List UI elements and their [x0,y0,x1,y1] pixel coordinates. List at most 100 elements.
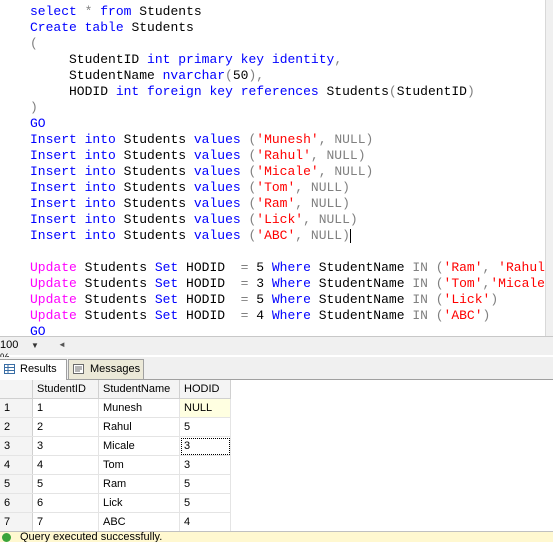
row-number[interactable]: 5 [0,474,33,494]
query-editor[interactable]: select * from Students Create table Stude… [0,0,545,336]
code-line[interactable]: ( [30,36,38,52]
code-line[interactable]: GO [30,116,46,132]
code-line[interactable]: Update Students Set HODID = 5 Where Stud… [30,260,545,276]
code-token: StudentName [310,308,413,323]
code-line[interactable]: Insert into Students values ('Lick', NUL… [30,212,358,228]
code-token: ) [482,308,491,323]
code-token: Update [30,260,77,275]
cell-studentname[interactable]: Munesh [98,398,180,418]
code-line[interactable]: StudentName nvarchar(50), [30,68,264,84]
code-token: ) [365,132,374,147]
code-token: StudentName [310,260,413,275]
code-token: Insert [30,132,77,147]
code-token: HODID [178,276,241,291]
table-row[interactable]: 5 5 Ram 5 [0,474,231,494]
table-row[interactable]: 3 3 Micale 3 [0,436,231,456]
column-header-studentname[interactable]: StudentName [98,380,180,399]
code-line[interactable]: Insert into Students values ('Ram', NULL… [30,196,350,212]
cell-hodid[interactable]: 5 [179,474,231,494]
cell-hodid[interactable]: 3 [179,436,231,456]
code-token: ) [490,292,499,307]
code-line[interactable]: Create table Students [30,20,194,36]
cell-studentid[interactable]: 2 [32,417,99,437]
row-number[interactable]: 2 [0,417,33,437]
code-token: into [84,164,116,179]
code-line[interactable]: Insert into Students values ('Rahul', NU… [30,148,366,164]
code-line[interactable]: Update Students Set HODID = 3 Where Stud… [30,276,545,292]
results-tabs: Results Messages [0,357,553,380]
code-token: 'Micale' [490,276,545,291]
code-token: ) [466,84,475,99]
code-token: values [193,164,241,179]
code-line[interactable]: Update Students Set HODID = 4 Where Stud… [30,308,490,324]
table-row[interactable]: 2 2 Rahul 5 [0,417,231,437]
row-number[interactable]: 1 [0,398,33,418]
code-token: 'Micale' [256,164,319,179]
code-token: , [482,260,499,275]
code-line[interactable]: ) [30,100,38,116]
cell-studentid[interactable]: 6 [32,493,99,513]
table-row[interactable]: 6 6 Lick 5 [0,493,231,513]
code-line[interactable]: Insert into Students values ('Micale', N… [30,164,373,180]
row-number[interactable]: 4 [0,455,33,475]
tab-messages[interactable]: Messages [68,359,144,379]
cell-studentname[interactable]: ABC [98,512,180,532]
code-token: NULL [318,212,350,227]
table-row[interactable]: 1 1 Munesh NULL [0,398,231,418]
column-header-hodid[interactable]: HODID [179,380,231,399]
code-token: Create [30,20,77,35]
cell-studentname[interactable]: Lick [98,493,180,513]
code-token: ( [240,196,257,211]
cell-studentname[interactable]: Rahul [98,417,180,437]
code-token: 5 [248,260,272,275]
cell-studentname[interactable]: Micale [98,436,180,456]
code-token: Set [154,260,179,275]
code-line[interactable]: Update Students Set HODID = 5 Where Stud… [30,292,498,308]
code-token: 'ABC' [256,228,296,243]
code-token: ( [427,260,444,275]
code-token: , [334,52,343,67]
row-number-header[interactable] [0,380,33,399]
code-token: ( [427,292,444,307]
table-row[interactable]: 7 7 ABC 4 [0,512,231,532]
cell-studentid[interactable]: 4 [32,455,99,475]
cell-studentid[interactable]: 7 [32,512,99,532]
code-line[interactable]: Insert into Students values ('Munesh', N… [30,132,373,148]
cell-studentid[interactable]: 1 [32,398,99,418]
scroll-left-icon[interactable]: ◄ [58,340,66,349]
row-number[interactable]: 6 [0,493,33,513]
column-header-studentid[interactable]: StudentID [32,380,99,399]
cell-studentid[interactable]: 5 [32,474,99,494]
code-line[interactable]: Insert into Students values ('Tom', NULL… [30,180,350,196]
row-number[interactable]: 3 [0,436,33,456]
grid-icon [4,364,15,374]
table-row[interactable]: 4 4 Tom 3 [0,455,231,475]
cell-hodid[interactable]: 4 [179,512,231,532]
code-line[interactable]: HODID int foreign key references Student… [30,84,475,100]
code-token: GO [30,324,46,336]
tab-results[interactable]: Results [0,359,67,380]
code-line[interactable]: Insert into Students values ('ABC', NULL… [30,228,351,244]
cell-studentname[interactable]: Tom [98,455,180,475]
cell-hodid[interactable]: 5 [179,493,231,513]
row-number[interactable]: 7 [0,512,33,532]
zoom-dropdown-icon[interactable]: ▼ [31,341,39,350]
cell-studentid[interactable]: 3 [32,436,99,456]
cell-hodid[interactable]: 3 [179,455,231,475]
code-token: Insert [30,196,77,211]
cell-hodid[interactable]: NULL [179,398,231,418]
code-token: StudentID [396,84,467,99]
code-token: values [193,180,241,195]
code-token: 'Tom' [256,180,296,195]
zoom-level[interactable]: 100 % [0,339,30,364]
cell-hodid[interactable]: 5 [179,417,231,437]
code-line[interactable]: StudentID int primary key identity, [30,52,342,68]
code-token: Students [115,196,194,211]
code-line[interactable]: select * from Students [30,4,202,20]
editor-vertical-scrollbar[interactable] [545,0,553,336]
cell-studentname[interactable]: Ram [98,474,180,494]
code-line[interactable]: GO [30,324,46,336]
